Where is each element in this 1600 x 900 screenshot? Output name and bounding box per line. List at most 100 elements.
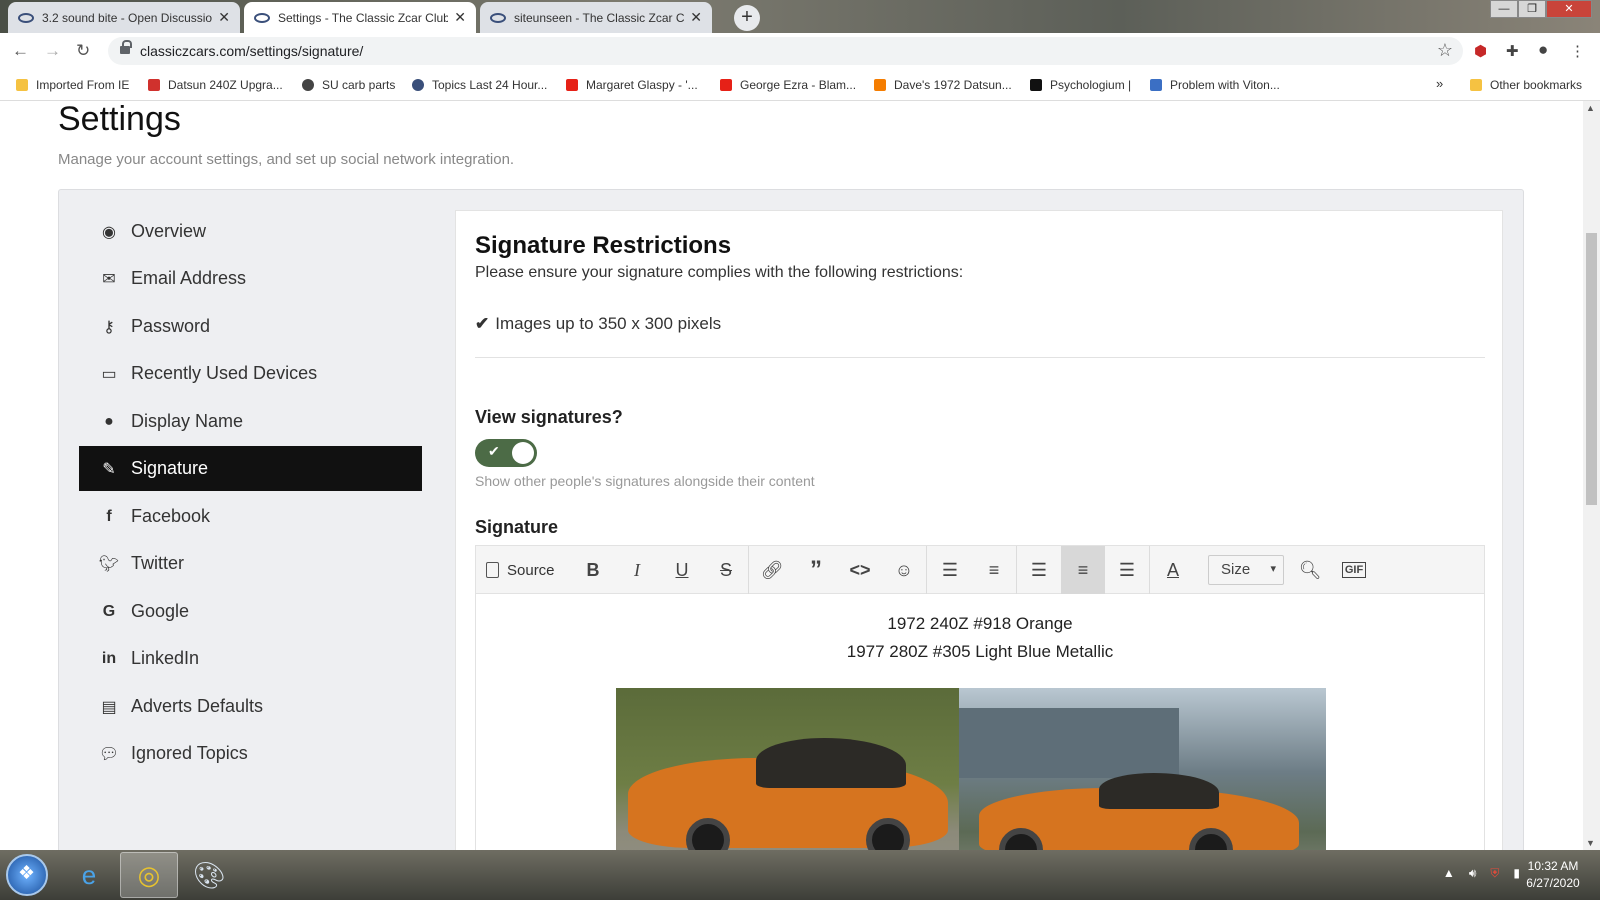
bookmark-item[interactable]: Imported From IE <box>16 78 129 92</box>
checkmark-icon: ✔ <box>475 314 490 333</box>
italic-button[interactable]: I <box>615 546 659 594</box>
address-bar[interactable]: classiczcars.com/settings/signature/ ☆ <box>108 37 1463 65</box>
sidebar-item-google[interactable]: G Google <box>79 589 422 634</box>
align-right-icon: ☰ <box>1118 559 1136 580</box>
sidebar-item-adverts-defaults[interactable]: ▤ Adverts Defaults <box>79 684 422 729</box>
page-scrollbar[interactable]: ▲ ▼ <box>1583 101 1600 850</box>
underline-button[interactable]: U <box>660 546 704 594</box>
extensions-puzzle-icon[interactable]: ✚ <box>1506 42 1519 60</box>
sidebar-item-overview[interactable]: ◉ Overview <box>79 209 422 254</box>
close-tab-icon[interactable]: ✕ <box>454 9 466 26</box>
sidebar-item-password[interactable]: ⚷ Password <box>79 304 422 349</box>
scroll-thumb[interactable] <box>1586 233 1597 505</box>
bulleted-list-button[interactable]: ☰ <box>928 546 972 594</box>
sidebar-item-display-name[interactable]: ● Display Name <box>79 399 422 444</box>
divider <box>475 357 1485 358</box>
sidebar-item-recently-used-devices[interactable]: ▭ Recently Used Devices <box>79 351 422 396</box>
quote-button[interactable]: ” <box>794 546 838 594</box>
close-window-button[interactable]: ✕ <box>1546 0 1592 18</box>
adblock-extension-icon[interactable]: ⬢ <box>1474 42 1487 60</box>
view-signatures-toggle[interactable]: ✔ <box>475 439 537 467</box>
sidebar-item-email-address[interactable]: ✉ Email Address <box>79 256 422 301</box>
forward-arrow-icon[interactable]: → <box>44 41 61 61</box>
toolbar-separator <box>1149 546 1150 594</box>
taskbar-clock[interactable]: 10:32 AM 6/27/2020 <box>1522 858 1584 892</box>
signature-editor-label: Signature <box>475 517 559 537</box>
link-button[interactable]: 🔗︎ <box>750 546 794 594</box>
bookmark-item[interactable]: Dave's 1972 Datsun... <box>874 78 1012 92</box>
network-signal-icon[interactable]: ▮ <box>1513 866 1520 881</box>
volume-icon[interactable]: 🔊︎ <box>1469 866 1477 881</box>
quote-icon: ” <box>810 556 822 583</box>
bookmark-label: Other bookmarks <box>1490 78 1583 92</box>
bookmark-item[interactable]: Datsun 240Z Upgra... <box>148 78 283 92</box>
security-icon[interactable]: ⛨ <box>1490 866 1499 881</box>
new-tab-button[interactable]: + <box>734 5 760 31</box>
tray-expand-icon[interactable]: ▲ <box>1443 866 1455 881</box>
envelope-icon: ✉ <box>102 270 116 288</box>
text-color-button[interactable]: A <box>1151 546 1195 594</box>
preview-icon: 🔍︎ <box>1298 559 1322 580</box>
bookmark-item[interactable]: Problem with Viton... <box>1150 78 1280 92</box>
youtube-icon <box>720 79 732 91</box>
signature-line-1: 1972 240Z #918 Orange <box>887 614 1073 633</box>
sidebar-item-ignored-topics[interactable]: 💬︎ Ignored Topics <box>79 731 422 776</box>
chrome-icon[interactable]: ◎ <box>120 852 178 898</box>
browser-tab-3[interactable]: siteunseen - The Classic Zcar Club ✕ <box>480 2 712 33</box>
bookmark-star-icon[interactable]: ☆ <box>1437 40 1453 61</box>
url-text[interactable]: classiczcars.com/settings/signature/ <box>140 43 363 59</box>
align-center-icon: ≡ <box>1077 559 1089 580</box>
sidebar-item-label: Email Address <box>131 268 247 288</box>
bookmark-item[interactable]: SU carb parts <box>302 78 395 92</box>
sidebar-item-linkedin[interactable]: in LinkedIn <box>79 636 422 681</box>
emoji-button[interactable]: ☺ <box>882 546 926 594</box>
font-size-select[interactable]: Size <box>1208 555 1284 585</box>
bookmark-item[interactable]: Margaret Glaspy - '... <box>566 78 698 92</box>
preview-button[interactable]: 🔍︎ <box>1288 546 1332 594</box>
browser-tab-2[interactable]: Settings - The Classic Zcar Club ✕ <box>244 2 476 33</box>
internet-explorer-icon[interactable]: e <box>60 852 118 898</box>
scroll-up-arrow-icon[interactable]: ▲ <box>1586 103 1595 113</box>
close-tab-icon[interactable]: ✕ <box>218 9 230 26</box>
underline-icon: U <box>675 559 689 580</box>
align-center-button[interactable]: ≡ <box>1061 546 1105 594</box>
bookmark-label: Datsun 240Z Upgra... <box>168 78 283 92</box>
source-button[interactable]: Source <box>486 546 555 594</box>
newspaper-icon: ▤ <box>101 698 117 716</box>
more-bookmarks-chevron-icon[interactable]: » <box>1436 76 1443 91</box>
maximize-button[interactable]: ❐ <box>1518 0 1546 18</box>
windows-taskbar: e ◎ 🎨︎ ▲ 🔊︎ ⛨ ▮ 10:32 AM 6/27/2020 <box>0 850 1600 900</box>
bookmark-item[interactable]: George Ezra - Blam... <box>720 78 856 92</box>
minimize-button[interactable]: — <box>1490 0 1518 18</box>
start-button[interactable] <box>6 854 48 896</box>
reload-icon[interactable]: ↻ <box>76 41 90 61</box>
key-icon: ⚷ <box>103 318 115 336</box>
bookmark-item[interactable]: Topics Last 24 Hour... <box>412 78 547 92</box>
signature-panel: Signature Restrictions Please ensure you… <box>455 210 1503 900</box>
profile-avatar-icon[interactable]: ● <box>1538 40 1548 60</box>
menu-kebab-icon[interactable]: ⋮ <box>1570 42 1585 60</box>
other-bookmarks[interactable]: Other bookmarks <box>1470 78 1582 92</box>
back-arrow-icon[interactable]: ← <box>12 41 29 61</box>
gif-button[interactable]: GIF <box>1332 546 1376 594</box>
car-window <box>1099 773 1219 809</box>
source-file-icon <box>486 562 499 578</box>
numbered-list-button[interactable]: ≡ <box>972 546 1016 594</box>
editor-toolbar: Source B I U S 🔗︎ ” <> ☺ ☰ ≡ ☰ ≡ ☰ A Siz… <box>476 546 1484 594</box>
source-label: Source <box>507 561 555 579</box>
paint-icon[interactable]: 🎨︎ <box>180 852 238 898</box>
close-tab-icon[interactable]: ✕ <box>690 9 702 26</box>
sidebar-item-twitter[interactable]: 🐦︎ Twitter <box>79 541 422 586</box>
bold-button[interactable]: B <box>571 546 615 594</box>
browser-tab-1[interactable]: 3.2 sound bite - Open Discussion ✕ <box>8 2 240 33</box>
strikethrough-button[interactable]: S <box>704 546 748 594</box>
comments-icon: 💬︎ <box>98 745 120 763</box>
lock-icon <box>120 40 132 55</box>
align-left-button[interactable]: ☰ <box>1017 546 1061 594</box>
bookmark-item[interactable]: Psychologium | <box>1030 78 1131 92</box>
code-button[interactable]: <> <box>838 546 882 594</box>
sidebar-item-signature[interactable]: ✎ Signature <box>79 446 422 491</box>
scroll-down-arrow-icon[interactable]: ▼ <box>1586 838 1595 848</box>
sidebar-item-facebook[interactable]: f Facebook <box>79 494 422 539</box>
align-right-button[interactable]: ☰ <box>1105 546 1149 594</box>
